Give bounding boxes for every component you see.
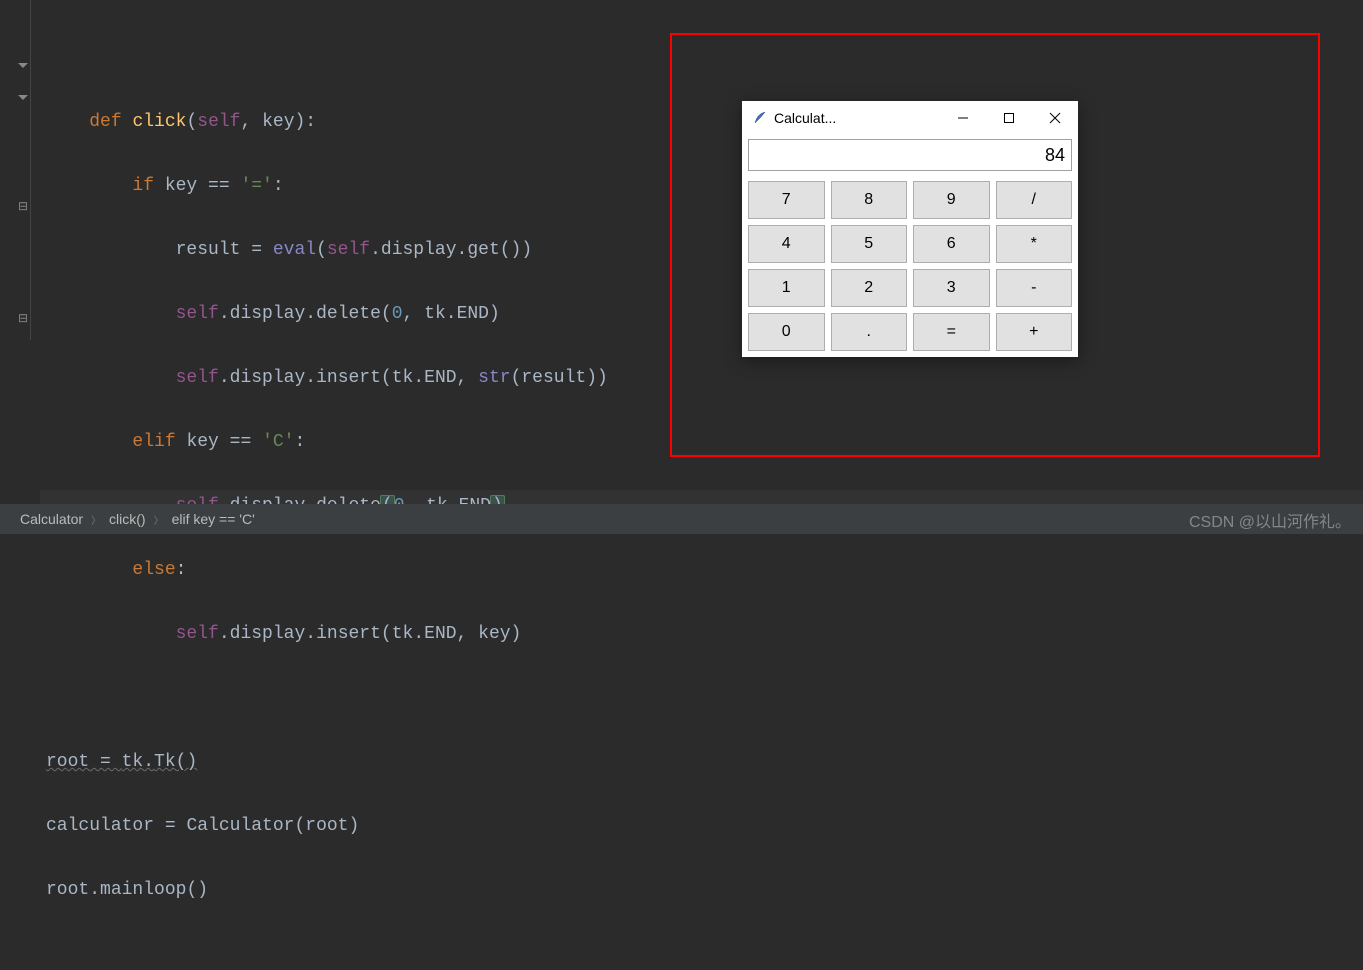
- crumb-method[interactable]: click(): [109, 511, 146, 527]
- key-equals[interactable]: =: [913, 313, 990, 351]
- key-3[interactable]: 3: [913, 269, 990, 307]
- calculator-window: Calculat... 7 8 9 / 4 5 6 * 1 2 3 - 0 . …: [742, 101, 1078, 357]
- collapse-icon[interactable]: [18, 58, 32, 72]
- close-button[interactable]: [1032, 102, 1078, 134]
- key-minus[interactable]: -: [996, 269, 1073, 307]
- crumb-branch[interactable]: elif key == 'C': [172, 511, 255, 527]
- key-4[interactable]: 4: [748, 225, 825, 263]
- minimize-button[interactable]: [940, 102, 986, 134]
- key-1[interactable]: 1: [748, 269, 825, 307]
- breadcrumb: Calculator 〉 click() 〉 elif key == 'C': [0, 504, 1363, 534]
- key-divide[interactable]: /: [996, 181, 1073, 219]
- key-plus[interactable]: +: [996, 313, 1073, 351]
- key-8[interactable]: 8: [831, 181, 908, 219]
- chevron-right-icon: 〉: [91, 512, 101, 527]
- key-2[interactable]: 2: [831, 269, 908, 307]
- key-0[interactable]: 0: [748, 313, 825, 351]
- collapse-icon[interactable]: [18, 90, 32, 104]
- crumb-class[interactable]: Calculator: [20, 511, 83, 527]
- key-dot[interactable]: .: [831, 313, 908, 351]
- calculator-display[interactable]: [748, 139, 1072, 171]
- calculator-keypad: 7 8 9 / 4 5 6 * 1 2 3 - 0 . = +: [742, 175, 1078, 357]
- key-7[interactable]: 7: [748, 181, 825, 219]
- gutter: ⊟ ⊟: [0, 0, 40, 504]
- key-multiply[interactable]: *: [996, 225, 1073, 263]
- fold-icon[interactable]: ⊟: [18, 312, 32, 326]
- run-output-panel: Calculat... 7 8 9 / 4 5 6 * 1 2 3 - 0 . …: [670, 33, 1320, 457]
- fold-icon[interactable]: ⊟: [18, 200, 32, 214]
- window-title: Calculat...: [774, 110, 940, 126]
- tk-feather-icon: [752, 110, 768, 126]
- chevron-right-icon: 〉: [154, 512, 164, 527]
- watermark: CSDN @以山河作礼。: [1189, 508, 1351, 532]
- key-5[interactable]: 5: [831, 225, 908, 263]
- maximize-button[interactable]: [986, 102, 1032, 134]
- key-6[interactable]: 6: [913, 225, 990, 263]
- key-9[interactable]: 9: [913, 181, 990, 219]
